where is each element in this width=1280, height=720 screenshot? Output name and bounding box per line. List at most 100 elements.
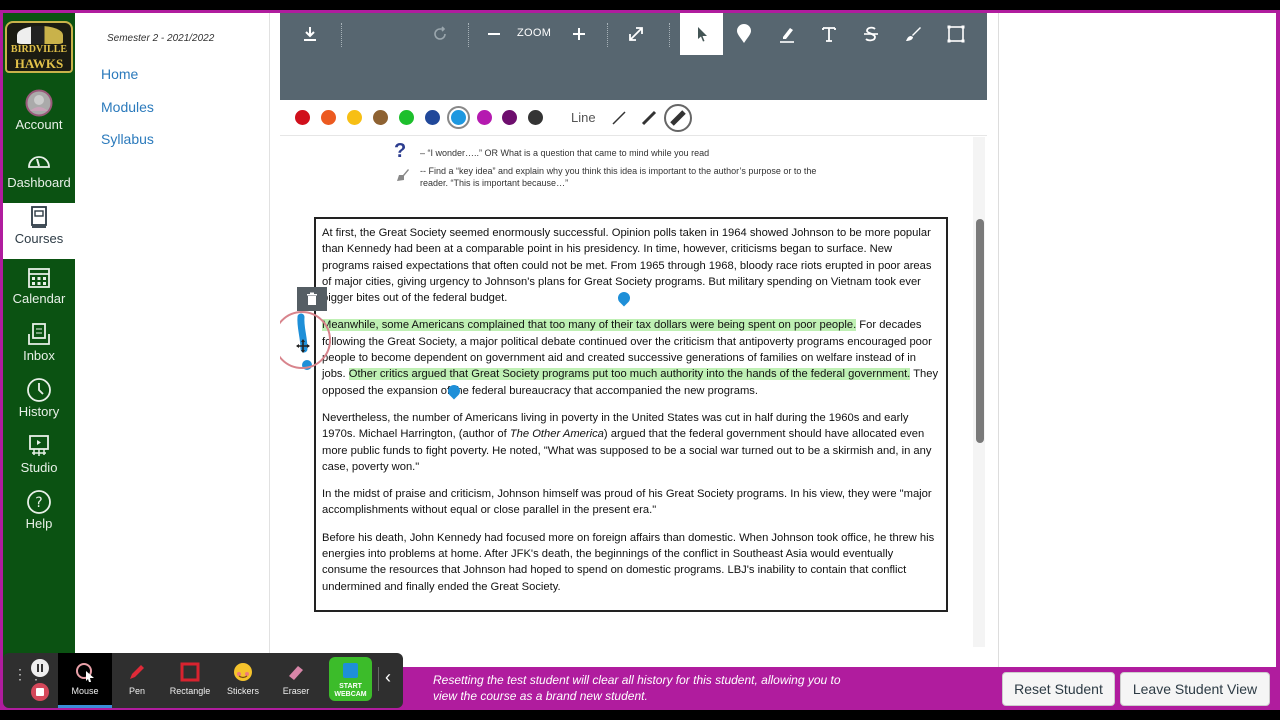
student-view-frame: BIRDVILLE HAWKS Account Dashboard Course… [0,10,1280,710]
start-webcam-button[interactable]: START WEBCAM [329,657,372,701]
text-icon [822,27,836,42]
course-nav-home[interactable]: Home [101,66,138,82]
line-width-thick[interactable] [664,104,692,132]
hawk-mascot-icon [17,26,63,44]
annotation-legend: ? – “I wonder…..” OR What is a question … [388,140,818,195]
account-avatar-icon [25,89,53,117]
global-nav-studio[interactable]: Studio [3,432,75,486]
right-sidebar [998,13,1276,667]
global-nav-courses[interactable]: Courses [3,203,75,259]
zoom-in-button[interactable] [562,13,596,55]
area-icon [947,25,965,43]
nav-label: History [18,404,60,419]
nav-label: Account [15,117,63,132]
move-cursor-icon [296,339,310,353]
paragraph-3: Nevertheless, the number of Americans li… [322,410,940,475]
collapse-toolbar-button[interactable]: ‹ [378,667,398,691]
trash-icon [307,292,317,305]
highlight-icon [780,28,794,43]
thin-line-icon [612,111,626,125]
recorder-tool-rectangle[interactable]: Rectangle [163,653,217,708]
courses-icon [31,206,47,228]
download-button[interactable] [290,13,330,55]
toolbar-divider [669,23,670,47]
color-swatch-yellow[interactable] [347,110,362,125]
reading-passage[interactable]: At first, the Great Society seemed enorm… [314,217,948,612]
strikeout-tool-button[interactable] [850,13,892,55]
nav-label: Dashboard [7,175,71,190]
stop-recording-button[interactable] [31,683,49,701]
course-nav-modules[interactable]: Modules [101,99,154,115]
leave-student-view-button[interactable]: Leave Student View [1120,672,1270,706]
question-mark-icon: ? [394,140,407,162]
recorder-tool-stickers[interactable]: Stickers [216,653,270,708]
delete-annotation-button[interactable] [297,287,327,311]
highlight-annotation[interactable]: Meanwhile, some Americans complained tha… [322,319,857,332]
thick-line-icon [670,110,686,126]
document-annotation-viewer: ZOOM Line ? – “I wonder…..” OR What is a… [280,13,987,667]
fullscreen-button[interactable] [616,13,656,55]
color-palette: Line [280,100,987,136]
color-swatch-orange[interactable] [321,110,336,125]
zoom-out-button[interactable] [477,13,511,55]
point-annotation-button[interactable] [723,13,765,55]
text-tool-button[interactable] [808,13,850,55]
recorder-tool-pen[interactable]: Pen [110,653,164,708]
nav-label: Courses [14,231,64,246]
highlight-tool-button[interactable] [766,13,808,55]
freehand-tool-button[interactable] [892,13,934,55]
color-swatch-dark-blue[interactable] [425,110,440,125]
select-tool-button[interactable] [680,13,723,55]
toolbar-divider [341,23,342,47]
medium-line-icon [641,110,657,126]
document-page: ? – “I wonder…..” OR What is a question … [280,137,987,667]
nav-label: Studio [20,460,58,475]
highlight-annotation[interactable]: Other critics argued that Great Society … [348,368,911,381]
recorder-tool-label: Eraser [282,686,310,696]
calendar-icon [28,268,50,288]
color-swatch-magenta[interactable] [477,110,492,125]
svg-text:?: ? [35,495,42,511]
school-logo[interactable]: BIRDVILLE HAWKS [5,21,73,73]
color-swatch-purple[interactable] [502,110,517,125]
global-nav-history[interactable]: History [3,376,75,430]
recorder-tool-eraser[interactable]: Eraser [269,653,323,708]
nav-label: Inbox [23,348,55,363]
eraser-icon [289,666,303,680]
line-width-thin[interactable] [605,104,633,132]
global-nav-help[interactable]: ? Help [3,488,75,542]
color-swatch-red[interactable] [295,110,310,125]
zoom-in-icon [573,28,585,40]
recorder-tool-mouse[interactable]: Mouse [58,653,112,708]
recorder-tool-label: Pen [128,686,145,696]
area-tool-button[interactable] [935,13,977,55]
global-nav-inbox[interactable]: Inbox [3,320,75,374]
recorder-tool-label: Stickers [226,686,259,696]
student-view-notice: Resetting the test student will clear al… [433,673,841,703]
legend-row-key-idea: -- Find a “key idea” and explain why you… [388,165,818,189]
legend-text: – “I wonder…..” OR What is a question th… [420,148,710,158]
canvas-lms-page: BIRDVILLE HAWKS Account Dashboard Course… [3,13,1276,667]
studio-icon [29,435,49,456]
webcam-icon [343,663,358,678]
recorder-tool-label: Mouse [71,686,99,696]
global-navigation: BIRDVILLE HAWKS Account Dashboard Course… [3,13,75,667]
global-nav-account[interactable]: Account [3,89,75,143]
reset-student-button[interactable]: Reset Student [1002,672,1115,706]
color-swatch-brown[interactable] [373,110,388,125]
global-nav-calendar[interactable]: Calendar [3,263,75,317]
rotate-button[interactable] [420,13,460,55]
color-swatch-green[interactable] [399,110,414,125]
course-nav-syllabus[interactable]: Syllabus [101,131,154,147]
document-scrollbar-thumb[interactable] [976,219,984,443]
select-pointer-icon [697,27,707,42]
global-nav-dashboard[interactable]: Dashboard [3,147,75,201]
line-width-medium[interactable] [635,104,663,132]
freehand-draw-icon [906,27,921,41]
logo-text-line1: BIRDVILLE [10,44,68,55]
fullscreen-icon [629,27,643,41]
pause-recording-button[interactable] [31,659,49,677]
color-swatch-black[interactable] [528,110,543,125]
color-swatch-light-blue[interactable] [447,106,470,129]
download-icon [304,27,316,41]
